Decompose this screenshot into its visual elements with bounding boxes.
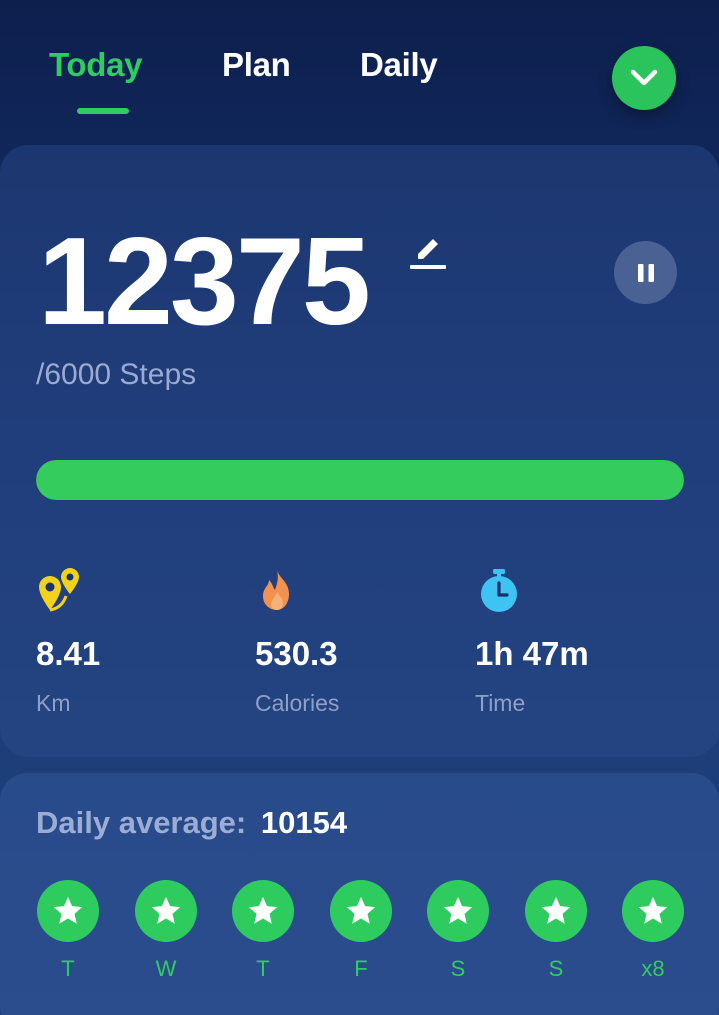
location-pins-icon	[39, 568, 79, 612]
day-item[interactable]: S	[427, 880, 489, 982]
calories-label: Calories	[255, 690, 340, 716]
step-progress-bar	[36, 460, 684, 500]
pause-icon	[637, 263, 654, 282]
active-tab-indicator	[77, 108, 129, 114]
tab-today[interactable]: Today	[49, 46, 143, 84]
time-label: Time	[475, 690, 526, 716]
daily-average-row: Daily average: 10154	[36, 805, 347, 841]
daily-average-value: 10154	[260, 805, 348, 840]
stat-calories: 530.3 Calories	[255, 568, 455, 717]
stopwatch-icon	[481, 569, 517, 612]
tab-bar: Today Plan Daily	[0, 0, 719, 130]
distance-label: Km	[36, 690, 71, 716]
day-label: T	[256, 956, 270, 981]
star-icon	[541, 896, 571, 924]
day-label: x8	[641, 956, 665, 981]
day-item[interactable]: W	[135, 880, 197, 982]
day-item[interactable]: T	[37, 880, 99, 982]
day-item[interactable]: F	[330, 880, 392, 982]
star-icon	[53, 896, 83, 924]
tab-plan[interactable]: Plan	[222, 46, 291, 84]
goal-achieved-badge	[135, 880, 197, 942]
star-icon	[346, 896, 376, 924]
weekly-goal-streak: T W T F S S x8	[0, 880, 719, 1000]
goal-achieved-badge	[330, 880, 392, 942]
chevron-down-icon	[630, 69, 658, 86]
day-label: F	[354, 956, 368, 981]
goal-achieved-badge	[37, 880, 99, 942]
edit-icon[interactable]	[408, 232, 448, 272]
step-counter-app: Today Plan Daily 12375 /6000 Steps 8.41 …	[0, 0, 719, 1015]
step-progress-fill	[36, 460, 684, 500]
star-icon	[151, 896, 181, 924]
dropdown-button[interactable]	[612, 46, 676, 110]
day-item[interactable]: S	[525, 880, 587, 982]
star-icon	[638, 896, 668, 924]
step-goal: /6000 Steps	[36, 358, 197, 391]
goal-achieved-badge	[427, 880, 489, 942]
day-label: T	[61, 956, 75, 981]
pause-button[interactable]	[614, 241, 677, 304]
day-item[interactable]: x8	[622, 880, 684, 982]
day-label: W	[155, 956, 177, 981]
distance-value: 8.41	[36, 635, 101, 672]
tab-daily[interactable]: Daily	[360, 46, 438, 84]
time-value: 1h 47m	[475, 635, 589, 672]
goal-achieved-badge	[232, 880, 294, 942]
step-count: 12375	[38, 213, 371, 351]
daily-average-label: Daily average:	[36, 805, 247, 840]
day-label: S	[450, 956, 466, 981]
stat-distance: 8.41 Km	[36, 568, 236, 717]
star-icon	[248, 896, 278, 924]
goal-achieved-badge	[525, 880, 587, 942]
day-item[interactable]: T	[232, 880, 294, 982]
day-label: S	[548, 956, 564, 981]
calories-value: 530.3	[255, 635, 338, 672]
goal-achieved-badge	[622, 880, 684, 942]
stat-time: 1h 47m Time	[475, 568, 675, 717]
flame-icon	[263, 570, 289, 610]
star-icon	[443, 896, 473, 924]
